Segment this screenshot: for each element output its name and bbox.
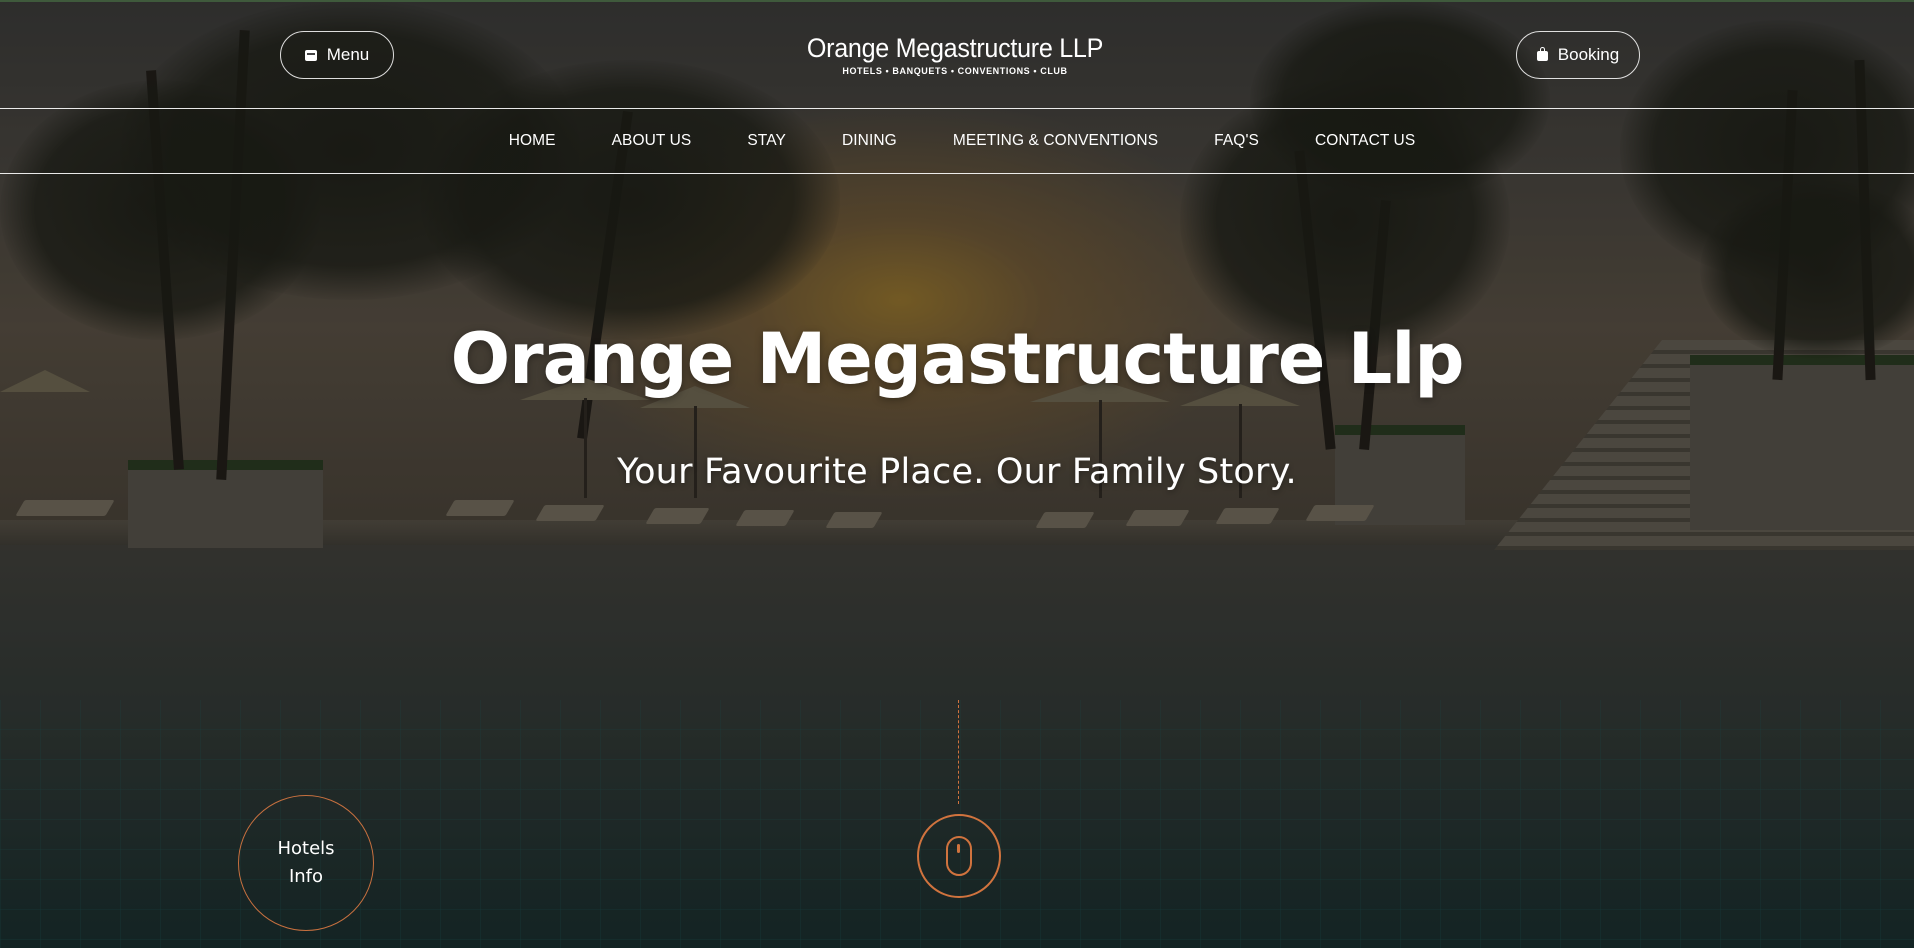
site-header: Menu Orange Megastructure LLP HOTELS • B… — [0, 0, 1914, 108]
nav-item-faqs[interactable]: FAQ'S — [1214, 132, 1259, 150]
hero-title: Orange Megastructure Llp — [450, 318, 1465, 400]
menu-card-icon — [304, 49, 317, 61]
mouse-icon — [946, 836, 972, 876]
nav-item-contact-us[interactable]: CONTACT US — [1315, 132, 1415, 150]
nav-item-stay[interactable]: STAY — [747, 132, 786, 150]
hero-subtitle: Your Favourite Place. Our Family Story. — [617, 452, 1297, 492]
main-navigation: HOME ABOUT US STAY DINING MEETING & CONV… — [0, 108, 1914, 174]
logo-tagline: HOTELS • BANQUETS • CONVENTIONS • CLUB — [842, 66, 1068, 76]
bag-icon — [1536, 47, 1548, 61]
menu-button[interactable]: Menu — [280, 31, 394, 79]
booking-button-label: Booking — [1557, 45, 1620, 64]
scroll-down-button[interactable] — [917, 814, 1001, 898]
logo-title: Orange Megastructure LLP — [806, 33, 1104, 63]
nav-item-about-us[interactable]: ABOUT US — [612, 132, 692, 150]
menu-button-label: Menu — [326, 45, 370, 64]
scroll-indicator-line — [958, 700, 959, 804]
nav-item-dining[interactable]: DINING — [842, 132, 897, 150]
hotels-info-label: Hotels Info — [277, 838, 335, 887]
nav-item-home[interactable]: HOME — [509, 132, 556, 150]
nav-item-meeting-conventions[interactable]: MEETING & CONVENTIONS — [953, 132, 1158, 150]
site-logo[interactable]: Orange Megastructure LLP HOTELS • BANQUE… — [760, 32, 1150, 76]
booking-button[interactable]: Booking — [1516, 31, 1640, 79]
hotels-info-button[interactable]: Hotels Info — [238, 795, 374, 931]
